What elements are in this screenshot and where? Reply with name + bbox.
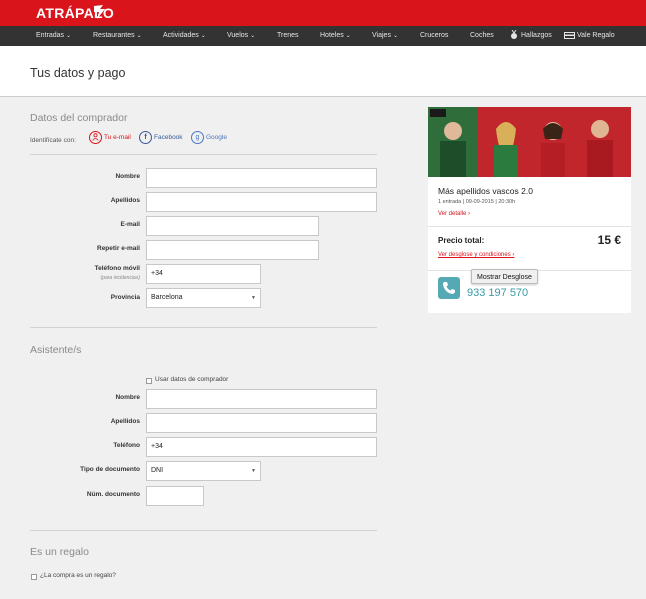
repeat-email-label: Repetir e-mail xyxy=(97,245,140,252)
divider xyxy=(428,226,631,227)
chevron-down-icon: ⌄ xyxy=(250,33,256,39)
main-nav: Entradas ⌄ Restaurantes ⌄ Actividades ⌄ Vue… xyxy=(0,26,646,46)
price-label: Precio total: xyxy=(438,236,485,245)
buyer-repeat-email-input[interactable] xyxy=(146,240,319,260)
dropdown-arrow-icon: ▼ xyxy=(251,468,256,474)
divider xyxy=(30,327,377,328)
divider xyxy=(30,530,377,531)
chevron-down-icon: ⌄ xyxy=(345,33,351,39)
price-value: 15 € xyxy=(597,233,621,247)
attendees-section-title: Asistente/s xyxy=(30,344,82,356)
buyer-apellidos-input[interactable] xyxy=(146,192,377,212)
buyer-phone-input[interactable]: +34 xyxy=(146,264,261,284)
buyer-email-input[interactable] xyxy=(146,216,319,236)
nav-item-entradas[interactable]: Entradas ⌄ xyxy=(36,26,71,46)
chevron-down-icon: ⌄ xyxy=(66,33,72,39)
ver-detalle-link[interactable]: Ver detalle › xyxy=(438,211,470,217)
nav-item-cruceros[interactable]: Cruceros xyxy=(420,26,448,46)
top-bar: ATRÁPALO xyxy=(0,0,646,26)
nav-item-restaurantes[interactable]: Restaurantes ⌄ xyxy=(93,26,142,46)
gift-checkbox[interactable] xyxy=(31,574,37,580)
nav-item-trenes[interactable]: Trenes xyxy=(277,26,299,46)
province-select[interactable]: Barcelona ▼ xyxy=(146,288,261,308)
att-nombre-label: Nombre xyxy=(115,394,140,401)
event-title: Más apellidos vascos 2.0 xyxy=(438,186,533,196)
doc-type-select[interactable]: DNI ▼ xyxy=(146,461,261,481)
event-details: 1 entrada | 09-09-2015 | 20:30h xyxy=(438,199,516,205)
gift-checkbox-label: ¿La compra es un regalo? xyxy=(40,572,116,579)
email-label: E-mail xyxy=(120,221,140,228)
chevron-down-icon: ⌄ xyxy=(136,33,142,39)
nav-item-hallazgos[interactable]: Hallazgos xyxy=(510,26,552,46)
login-google-button[interactable]: g Google xyxy=(191,130,227,145)
login-email-button[interactable]: Tu e-mail xyxy=(89,130,131,145)
google-icon: g xyxy=(191,130,204,144)
apellidos-label: Apellidos xyxy=(110,197,140,204)
use-buyer-data-checkbox[interactable] xyxy=(146,378,152,384)
nav-item-actividades[interactable]: Actividades ⌄ xyxy=(163,26,206,46)
attendee-apellidos-input[interactable] xyxy=(146,413,377,433)
att-phone-label: Teléfono xyxy=(113,442,140,449)
nav-item-hoteles[interactable]: Hoteles ⌄ xyxy=(320,26,351,46)
chevron-down-icon: ⌄ xyxy=(392,33,398,39)
event-image xyxy=(428,107,631,177)
medal-icon xyxy=(511,29,517,40)
attendee-phone-input[interactable]: +34 xyxy=(146,437,377,457)
breakdown-tooltip: Mostrar Desglose xyxy=(471,269,538,284)
doc-type-label: Tipo de documento xyxy=(80,466,140,473)
use-buyer-data-label: Usar datos de comprador xyxy=(155,376,229,383)
conditions-link[interactable]: Ver desglose y condiciones › xyxy=(438,252,514,258)
nav-item-vuelos[interactable]: Vuelos ⌄ xyxy=(227,26,255,46)
identify-label: Identifícate con: xyxy=(30,137,76,144)
province-label: Provincia xyxy=(110,294,140,301)
logo-runner-icon xyxy=(94,5,105,19)
buyer-section-title: Datos del comprador xyxy=(30,112,128,124)
buyer-nombre-input[interactable] xyxy=(146,168,377,188)
gift-section-title: Es un regalo xyxy=(30,546,89,558)
facebook-icon: f xyxy=(139,130,152,144)
nav-item-viajes[interactable]: Viajes ⌄ xyxy=(372,26,398,46)
login-facebook-button[interactable]: f Facebook xyxy=(139,130,183,145)
attendee-nombre-input[interactable] xyxy=(146,389,377,409)
phone-icon xyxy=(438,277,460,299)
page-header: Tus datos y pago xyxy=(0,46,646,97)
att-apellidos-label: Apellidos xyxy=(110,418,140,425)
doc-number-input[interactable] xyxy=(146,486,204,506)
phone-label: Teléfono móvil xyxy=(94,265,140,272)
chevron-down-icon: ⌄ xyxy=(200,33,206,39)
page-title: Tus datos y pago xyxy=(30,66,126,80)
phone-sublabel: (para incidencias) xyxy=(100,275,140,281)
user-icon xyxy=(89,130,102,144)
nombre-label: Nombre xyxy=(115,173,140,180)
dropdown-arrow-icon: ▼ xyxy=(251,295,256,301)
nav-item-coches[interactable]: Coches xyxy=(470,26,494,46)
nav-item-vale-regalo[interactable]: Vale Regalo xyxy=(564,26,615,46)
divider xyxy=(30,154,377,155)
gift-card-icon xyxy=(564,31,575,39)
doc-number-label: Núm. documento xyxy=(86,491,140,498)
phone-number[interactable]: 933 197 570 xyxy=(467,287,528,299)
